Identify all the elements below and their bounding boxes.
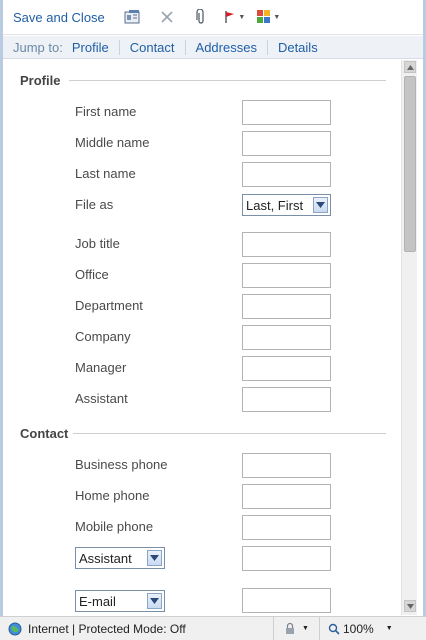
row-assistant: Assistant [3, 387, 401, 412]
business-phone-label: Business phone [75, 457, 168, 472]
manager-label: Manager [75, 360, 127, 375]
row-manager: Manager [3, 356, 401, 381]
chevron-down-icon[interactable] [147, 593, 162, 609]
zoom-level: 100% [343, 621, 374, 636]
paperclip-icon[interactable] [187, 6, 215, 28]
row-job-title: Job title [3, 232, 401, 257]
row-last-name: Last name [3, 162, 401, 187]
row-department: Department [3, 294, 401, 319]
scroll-down-icon[interactable] [404, 600, 416, 612]
chevron-down-icon[interactable] [313, 197, 328, 213]
job-title-label: Job title [75, 236, 120, 251]
email-field[interactable] [242, 588, 331, 613]
section-profile-rule [69, 80, 386, 81]
row-email: E-mail [3, 588, 401, 613]
last-name-field[interactable] [242, 162, 331, 187]
mobile-phone-field[interactable] [242, 515, 331, 540]
file-as-label: File as [75, 197, 114, 212]
row-phone-type: Assistant [3, 546, 401, 571]
scroll-up-icon[interactable] [404, 61, 416, 73]
middle-name-field[interactable] [242, 131, 331, 156]
phone-type-field[interactable] [242, 546, 331, 571]
flag-dropdown-icon[interactable]: ▼ [238, 14, 245, 21]
row-home-phone: Home phone [3, 484, 401, 509]
contact-card-icon[interactable] [119, 6, 147, 28]
row-file-as: File as Last, First [3, 193, 401, 217]
chevron-down-icon[interactable] [147, 550, 162, 566]
jump-link-profile[interactable]: Profile [72, 40, 119, 55]
security-zone-text: Internet | Protected Mode: Off [28, 621, 186, 636]
file-as-select[interactable]: Last, First [242, 194, 331, 216]
mobile-phone-label: Mobile phone [75, 519, 154, 534]
zoom-control[interactable]: 100% ▼ [320, 617, 400, 640]
company-label: Company [75, 329, 131, 344]
business-phone-field[interactable] [242, 453, 331, 478]
categories-grid-icon[interactable]: ▼ [255, 6, 283, 28]
department-label: Department [75, 298, 143, 313]
manager-field[interactable] [242, 356, 331, 381]
toolbar: Save and Close ▼ ▼ [3, 0, 423, 35]
phone-type-select[interactable]: Assistant [75, 547, 165, 569]
row-office: Office [3, 263, 401, 288]
company-field[interactable] [242, 325, 331, 350]
email-type-value: E-mail [79, 593, 116, 609]
security-lock-icon [286, 622, 295, 634]
assistant-label: Assistant [75, 391, 128, 406]
protected-mode-control[interactable]: ▼ [274, 616, 320, 640]
row-middle-name: Middle name [3, 131, 401, 156]
home-phone-label: Home phone [75, 488, 150, 503]
assistant-field[interactable] [242, 387, 331, 412]
jump-bar: Jump to: Profile Contact Addresses Detai… [3, 36, 423, 59]
jump-link-details[interactable]: Details [266, 39, 328, 55]
flag-icon[interactable]: ▼ [221, 6, 249, 28]
form-content: Profile First name Middle name Last name… [3, 60, 401, 615]
first-name-field[interactable] [242, 100, 331, 125]
file-as-value: Last, First [246, 197, 304, 213]
section-contact: Contact [20, 426, 68, 441]
row-first-name: First name [3, 100, 401, 125]
delete-x-icon[interactable] [153, 6, 181, 28]
section-profile: Profile [20, 73, 60, 88]
email-type-select[interactable]: E-mail [75, 590, 165, 612]
job-title-field[interactable] [242, 232, 331, 257]
right-edge [417, 60, 423, 615]
globe-icon [8, 622, 22, 635]
scrollbar-thumb[interactable] [404, 76, 416, 252]
department-field[interactable] [242, 294, 331, 319]
save-and-close-button[interactable]: Save and Close [13, 10, 105, 25]
row-mobile-phone: Mobile phone [3, 515, 401, 540]
status-bar: Internet | Protected Mode: Off ▼ 100% ▼ [0, 616, 426, 640]
jump-link-addresses[interactable]: Addresses [184, 39, 267, 55]
section-contact-title: Contact [20, 426, 69, 441]
home-phone-field[interactable] [242, 484, 331, 509]
vertical-scrollbar[interactable] [401, 60, 417, 615]
zoom-dropdown-icon[interactable]: ▼ [386, 625, 393, 632]
middle-name-label: Middle name [75, 135, 150, 150]
first-name-label: First name [75, 104, 137, 119]
jump-link-contact[interactable]: Contact [118, 39, 185, 55]
section-profile-title: Profile [20, 73, 61, 88]
office-field[interactable] [242, 263, 331, 288]
phone-type-value: Assistant [79, 550, 132, 566]
zoom-magnifier-icon [328, 623, 340, 635]
security-zone[interactable]: Internet | Protected Mode: Off [0, 616, 274, 640]
row-business-phone: Business phone [3, 453, 401, 478]
office-label: Office [75, 267, 109, 282]
categories-dropdown-icon[interactable]: ▼ [273, 14, 280, 21]
jump-to-label: Jump to: [13, 39, 63, 55]
protected-mode-dropdown-icon[interactable]: ▼ [302, 625, 309, 632]
row-company: Company [3, 325, 401, 350]
section-contact-rule [73, 433, 386, 434]
last-name-label: Last name [75, 166, 136, 181]
